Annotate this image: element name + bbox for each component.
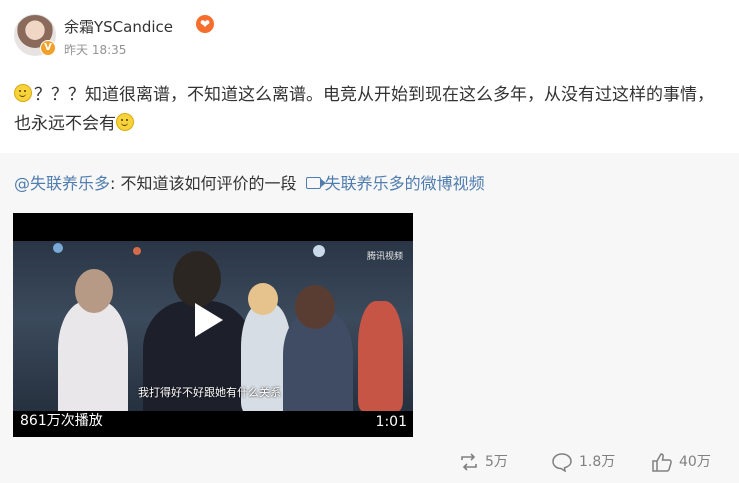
video-camera-icon — [305, 177, 326, 189]
verified-badge-icon: V — [40, 40, 56, 56]
repost-icon — [461, 453, 477, 471]
person-head — [248, 283, 278, 315]
thumbs-up-icon — [652, 453, 672, 472]
like-button[interactable]: 40万 — [651, 449, 711, 475]
person-head — [295, 285, 335, 329]
comment-button[interactable]: 1.8万 — [551, 449, 615, 475]
comment-icon — [552, 453, 572, 472]
comment-count: 1.8万 — [579, 454, 616, 470]
post-timestamp[interactable]: 昨天 18:35 — [64, 41, 126, 58]
post-header: V 余霜YSCandice ❤ 昨天 18:35 — [10, 10, 730, 60]
video-link[interactable]: 失联养乐多的微博视频 — [302, 174, 485, 193]
person-figure — [58, 301, 128, 411]
username[interactable]: 余霜YSCandice — [64, 16, 173, 37]
repost-card: @失联养乐多: 不知道该如何评价的一段 失联养乐多的微博视频 腾讯视频 我打得好… — [0, 153, 739, 483]
like-count: 40万 — [679, 454, 711, 470]
person-figure — [358, 301, 403, 411]
video-view-count: 861万次播放 — [20, 413, 103, 429]
stage-light — [313, 245, 325, 257]
repost-text-line: @失联养乐多: 不知道该如何评价的一段 失联养乐多的微博视频 — [14, 170, 485, 194]
vip-heart-icon[interactable]: ❤ — [196, 15, 214, 33]
video-link-label[interactable]: 失联养乐多的微博视频 — [325, 174, 485, 193]
repost-count: 5万 — [485, 454, 508, 470]
post-actions: 5万 1.8万 40万 — [0, 449, 739, 479]
video-subtitle: 我打得好不好跟她有什么关系 — [138, 386, 281, 399]
stage-light — [53, 243, 63, 253]
play-icon[interactable] — [195, 303, 223, 337]
smile-emoji-icon — [116, 113, 134, 131]
stage-light — [133, 247, 141, 255]
repost-mention-link[interactable]: @失联养乐多 — [14, 174, 110, 193]
video-duration: 1:01 — [375, 414, 407, 430]
repost-text: : 不知道该如何评价的一段 — [110, 174, 297, 193]
person-head — [75, 269, 113, 313]
repost-button[interactable]: 5万 — [459, 449, 508, 475]
video-player[interactable]: 腾讯视频 我打得好不好跟她有什么关系 861万次播放 1:01 — [13, 213, 413, 437]
video-watermark: 腾讯视频 — [366, 252, 403, 262]
person-head — [173, 251, 221, 307]
smile-emoji-icon — [14, 84, 32, 102]
post-body: ？？？知道很离谱，不知道这么离谱。电竞从开始到现在这么多年，从没有过这样的事情，… — [14, 81, 724, 139]
